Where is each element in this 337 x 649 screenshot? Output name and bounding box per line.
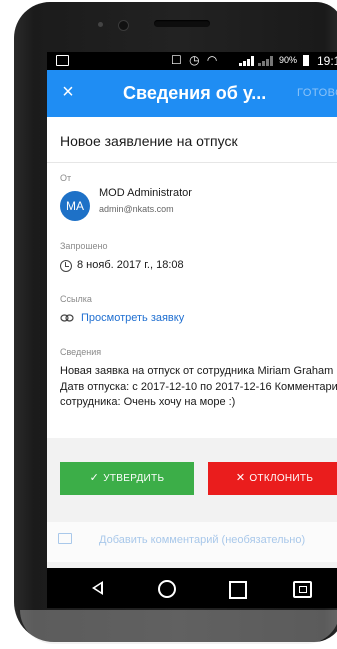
cross-icon: ✕ bbox=[235, 472, 246, 484]
front-camera bbox=[118, 20, 129, 31]
details-text: Новая заявка на отпуск от сотрудника Mir… bbox=[60, 365, 337, 408]
status-time: 19:12 bbox=[317, 54, 337, 68]
link-label: Ссылка bbox=[60, 294, 92, 304]
clock-icon bbox=[60, 260, 72, 272]
sender-name: MOD Administrator bbox=[99, 187, 192, 199]
page-title: Сведения об у... bbox=[123, 83, 267, 103]
view-request-link[interactable]: Просмотреть заявку bbox=[81, 312, 184, 324]
nav-recent-icon[interactable] bbox=[229, 581, 247, 599]
phone-screen: ☐ ◷ ◠ 90% 19:12 × Сведения об у... ГОТОВ… bbox=[47, 52, 337, 608]
app-bar: × Сведения об у... ГОТОВО bbox=[47, 70, 337, 117]
battery-percent: 90% bbox=[279, 55, 298, 65]
reject-button[interactable]: ✕ ОТКЛОНИТЬ bbox=[208, 462, 337, 495]
battery-icon bbox=[303, 55, 309, 66]
phone-frame: ☐ ◷ ◠ 90% 19:12 × Сведения об у... ГОТОВ… bbox=[14, 2, 337, 642]
approve-label: УТВЕРДИТЬ bbox=[103, 473, 165, 484]
comment-input[interactable]: Добавить комментарий (необязательно) bbox=[47, 522, 337, 562]
sender-email: admin@nkats.com bbox=[99, 204, 174, 214]
proximity-sensor bbox=[98, 22, 103, 27]
link-icon bbox=[60, 314, 74, 322]
nav-switch-icon[interactable] bbox=[293, 581, 312, 598]
signal-icon bbox=[239, 56, 273, 66]
divider bbox=[47, 162, 337, 163]
from-label: От bbox=[60, 173, 72, 183]
reject-label: ОТКЛОНИТЬ bbox=[249, 473, 314, 484]
android-nav-bar bbox=[47, 568, 337, 608]
nav-back-icon-inner bbox=[95, 584, 101, 592]
done-button[interactable]: ГОТОВО bbox=[297, 87, 337, 99]
requested-date: 8 нояб. 2017 г., 18:08 bbox=[77, 259, 184, 271]
requested-label: Запрошено bbox=[60, 241, 108, 251]
nav-home-icon[interactable] bbox=[158, 580, 176, 598]
comment-icon bbox=[58, 533, 72, 544]
approve-button[interactable]: ✓ УТВЕРДИТЬ bbox=[60, 462, 194, 495]
status-bar: ☐ ◷ ◠ 90% 19:12 bbox=[47, 52, 337, 70]
avatar: MA bbox=[60, 191, 90, 221]
details-label: Сведения bbox=[60, 347, 102, 357]
close-icon[interactable]: × bbox=[58, 80, 78, 104]
earpiece-speaker bbox=[154, 20, 210, 27]
status-icons: ☐ ◷ ◠ bbox=[171, 53, 220, 67]
check-icon: ✓ bbox=[89, 472, 100, 484]
phone-shadow bbox=[20, 610, 337, 644]
request-subject: Новое заявление на отпуск bbox=[60, 133, 238, 149]
comment-placeholder: Добавить комментарий (необязательно) bbox=[99, 534, 306, 546]
image-notification-icon bbox=[56, 55, 69, 66]
